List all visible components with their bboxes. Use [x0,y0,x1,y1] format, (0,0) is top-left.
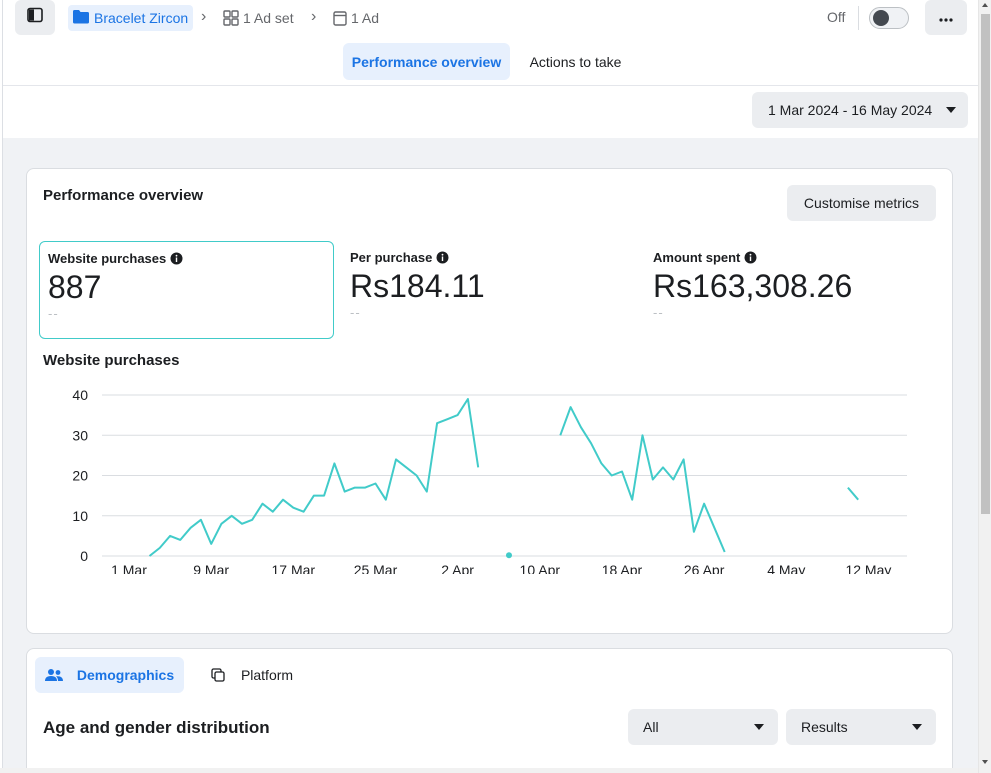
sidebar-panel-icon [27,7,43,28]
metric-label: Amount spent [653,250,932,265]
tab-demographics[interactable]: Demographics [35,657,184,693]
x-tick-label: 2 Apr [441,562,474,574]
y-tick-label: 10 [72,508,88,524]
breadcrumb-adset-label: 1 Ad set [243,10,294,26]
metric-label: Website purchases [48,251,325,266]
breadcrumb-ad-label: 1 Ad [351,10,380,26]
series-line [148,398,480,557]
metric-value: Rs163,308.26 [653,268,853,304]
breadcrumb-campaign-label: Bracelet Zircon [94,10,189,26]
metric-delta: -- [653,305,664,320]
x-tick-label: 4 May [767,562,805,574]
adset-grid-icon [223,10,239,26]
metric-value: 887 [48,269,102,305]
scroll-down-arrow-icon[interactable] [982,760,988,764]
caret-down-icon [912,724,922,730]
x-tick-label: 17 Mar [272,562,316,574]
horizontal-scrollbar[interactable] [0,768,978,773]
vertical-scrollbar[interactable] [978,0,991,773]
metric-label: Per purchase [350,250,629,265]
website-purchases-chart: 0 10 20 30 40 1 Mar 9 Mar 17 Mar 25 Mar 2 Apr 10 A… [72,387,907,574]
x-tick-label: 9 Mar [193,562,229,574]
metric-select-value: Results [801,719,848,735]
metric-delta: -- [48,306,59,321]
series-line [847,486,859,501]
more-options-button[interactable] [925,0,967,35]
tab-demographics-label: Demographics [76,667,175,683]
y-tick-label: 30 [72,427,88,443]
info-icon[interactable] [436,251,449,264]
scroll-up-arrow-icon[interactable] [982,3,988,7]
demographics-card: Demographics Platform Age and gender dis… [26,648,953,773]
breadcrumb-adset[interactable]: 1 Ad set [223,5,294,31]
metric-website-purchases[interactable]: Website purchases 887 -- [39,241,334,339]
caret-down-icon [946,107,956,113]
tab-platform-label: Platform [240,667,294,683]
info-icon[interactable] [170,252,183,265]
metric-select[interactable]: Results [786,709,936,745]
x-tick-label: 12 May [845,562,891,574]
age-gender-title: Age and gender distribution [43,718,270,737]
scroll-thumb[interactable] [981,14,990,514]
metric-delta: -- [350,305,361,320]
ad-page-icon [333,10,347,26]
tab-platform[interactable]: Platform [197,657,307,693]
x-tick-label: 10 Apr [520,562,561,574]
sidebar-toggle-button[interactable] [15,0,55,35]
campaign-status-toggle[interactable] [869,7,909,29]
people-icon [44,668,63,682]
folder-icon [72,9,90,27]
metric-amount-spent[interactable]: Amount spent Rs163,308.26 -- [645,241,940,339]
breadcrumb-ad[interactable]: 1 Ad [333,5,379,31]
metric-label-text: Per purchase [350,250,433,265]
y-tick-label: 0 [80,548,88,564]
x-tick-label: 18 Apr [602,562,643,574]
performance-overview-card: Performance overview Customise metrics W… [26,168,953,634]
date-range-picker[interactable]: 1 Mar 2024 - 16 May 2024 [752,92,968,128]
info-icon[interactable] [744,251,757,264]
x-tick-label: 1 Mar [111,562,147,574]
breadcrumb-campaign[interactable]: Bracelet Zircon [68,5,194,31]
card-title: Performance overview [43,187,204,204]
date-range-label: 1 Mar 2024 - 16 May 2024 [768,102,933,118]
data-point [505,552,512,559]
tab-performance-overview[interactable]: Performance overview [343,43,510,80]
top-header: Bracelet Zircon › 1 Ad set › 1 Ad Off Pe… [3,0,978,86]
audience-filter-value: All [643,719,659,735]
series-line [559,406,726,553]
audience-filter-select[interactable]: All [628,709,778,745]
chart-title: Website purchases [43,352,180,369]
metric-value: Rs184.11 [350,268,485,304]
ellipsis-icon [939,9,953,27]
status-off-label: Off [827,9,846,25]
x-tick-label: 26 Apr [684,562,725,574]
date-bar: 1 Mar 2024 - 16 May 2024 [3,86,978,138]
caret-down-icon [754,724,764,730]
tab-actions-to-take[interactable]: Actions to take [518,43,633,80]
chevron-right-icon: › [201,8,207,25]
chevron-right-icon: › [311,8,317,25]
metric-label-text: Website purchases [48,251,167,266]
y-tick-label: 40 [72,387,88,403]
x-tick-label: 25 Mar [354,562,398,574]
customise-metrics-button[interactable]: Customise metrics [787,185,936,221]
metric-label-text: Amount spent [653,250,741,265]
divider [858,6,859,30]
y-tick-label: 20 [72,468,88,484]
platform-copy-icon [211,668,225,682]
toggle-knob [873,10,889,26]
metric-per-purchase[interactable]: Per purchase Rs184.11 -- [342,241,637,339]
